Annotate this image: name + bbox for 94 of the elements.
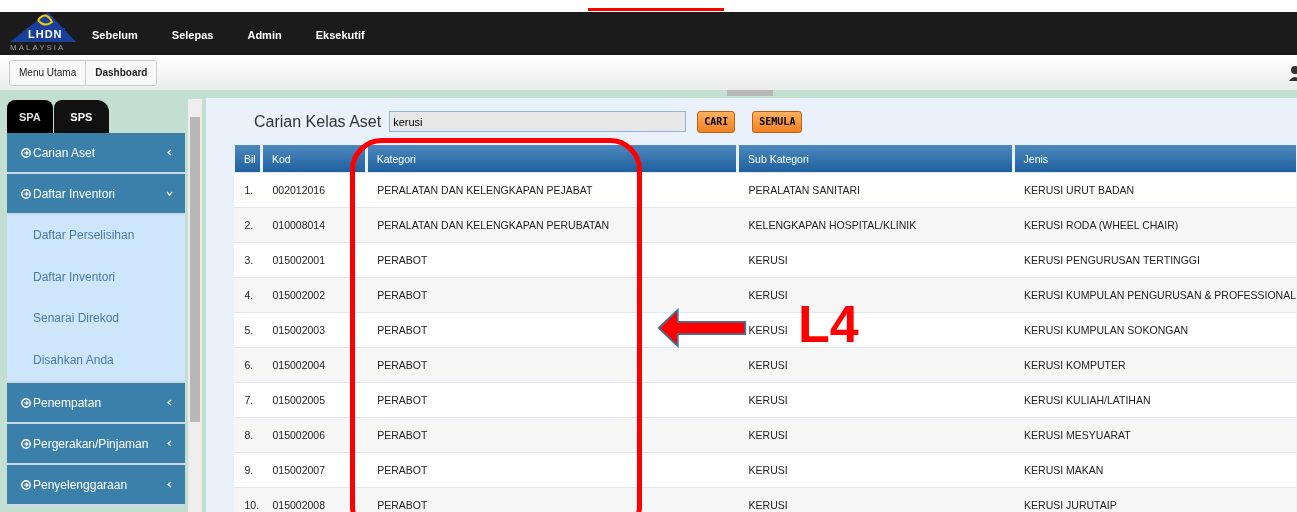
table-cell: PERABOT bbox=[366, 382, 738, 418]
arrow-circle-icon bbox=[21, 397, 31, 408]
breadcrumb-link[interactable]: Dashboard bbox=[86, 60, 157, 85]
search-label: Carian Kelas Aset bbox=[254, 112, 382, 131]
submenu-item[interactable]: Disahkan Anda bbox=[7, 339, 185, 381]
table-cell: KERUSI bbox=[737, 487, 1014, 512]
table-cell: 1. bbox=[233, 172, 262, 208]
table-cell: 3. bbox=[233, 242, 262, 278]
table-cell: PERABOT bbox=[366, 487, 738, 512]
submenu-item[interactable]: Daftar Perselisihan bbox=[7, 215, 185, 257]
table-cell: 5. bbox=[233, 312, 262, 348]
table-cell: KERUSI MESYUARAT bbox=[1013, 417, 1296, 453]
table-cell: PERABOT bbox=[366, 347, 738, 383]
table-cell: 010008014 bbox=[261, 207, 367, 243]
table-cell: 4. bbox=[233, 277, 262, 313]
table-cell: 015002001 bbox=[261, 242, 367, 278]
table-cell: 10. bbox=[233, 487, 262, 512]
table-cell: PERABOT bbox=[366, 452, 738, 488]
table-cell: KERUSI bbox=[737, 382, 1014, 418]
table-cell: PERALATAN DAN KELENGKAPAN PERUBATAN bbox=[366, 207, 738, 243]
chevron-down-icon bbox=[166, 190, 173, 197]
table-cell: PERABOT bbox=[366, 242, 738, 278]
table-cell: KERUSI RODA (WHEEL CHAIR) bbox=[1013, 207, 1296, 243]
table-cell: KERUSI PENGURUSAN TERTINGGI bbox=[1013, 242, 1296, 278]
table-cell: PERALATAN DAN KELENGKAPAN PEJABAT bbox=[366, 172, 738, 208]
arrow-circle-icon bbox=[21, 147, 31, 158]
chevron-left-icon bbox=[166, 149, 173, 156]
table-cell: 015002006 bbox=[261, 417, 367, 453]
table-cell: 015002003 bbox=[261, 312, 367, 348]
table-cell: KERUSI bbox=[737, 417, 1014, 453]
chevron-left-icon bbox=[166, 481, 173, 488]
arrow-left-icon bbox=[657, 305, 747, 351]
menu-item[interactable]: Penempatan bbox=[7, 383, 185, 424]
table-cell: KELENGKAPAN HOSPITAL/KLINIK bbox=[737, 207, 1014, 243]
menu-item[interactable]: Daftar Inventori bbox=[7, 174, 185, 215]
table-cell: 2. bbox=[233, 207, 262, 243]
menu-item[interactable]: Penyelenggaraan bbox=[7, 465, 185, 506]
sidebar-tab[interactable]: SPA bbox=[7, 100, 53, 133]
chevron-left-icon bbox=[166, 440, 173, 447]
search-button[interactable]: CARI bbox=[697, 110, 736, 133]
chevron-left-icon bbox=[166, 399, 173, 406]
table-cell: 9. bbox=[233, 452, 262, 488]
table-cell: KERUSI JURUTAIP bbox=[1013, 487, 1296, 512]
resize-handle[interactable] bbox=[727, 90, 773, 96]
table-cell: KERUSI KUMPULAN PENGURUSAN & PROFESSIONAL bbox=[1013, 277, 1296, 313]
table-cell: PERABOT bbox=[366, 277, 738, 313]
table-cell: 002012016 bbox=[261, 172, 367, 208]
table-cell: 015002007 bbox=[261, 452, 367, 488]
menu-label: Penempatan bbox=[33, 395, 102, 410]
logo-text: LHDN bbox=[26, 28, 65, 40]
nav-link[interactable]: Eksekutif bbox=[315, 29, 365, 41]
column-header: Kod bbox=[261, 145, 367, 173]
search-field[interactable]: kerusi bbox=[389, 111, 687, 132]
table-cell: 8. bbox=[233, 417, 262, 453]
menu-label: Pergerakan/Pinjaman bbox=[33, 436, 149, 451]
table-cell: KERUSI bbox=[737, 242, 1014, 278]
column-header: Sub Kategori bbox=[737, 145, 1014, 173]
submenu-item[interactable]: Daftar Inventori bbox=[7, 256, 185, 298]
breadcrumb-link[interactable]: Menu Utama bbox=[10, 60, 87, 85]
table-cell: 015002002 bbox=[261, 277, 367, 313]
column-header: Bil bbox=[233, 145, 262, 173]
table-cell: PERABOT bbox=[366, 417, 738, 453]
table-cell: 7. bbox=[233, 382, 262, 418]
table-cell: KERUSI bbox=[737, 347, 1014, 383]
scrollbar[interactable] bbox=[188, 99, 202, 512]
user-icon bbox=[1287, 64, 1297, 81]
table-cell: PERALATAN SANITARI bbox=[737, 172, 1014, 208]
column-header: Jenis bbox=[1013, 145, 1296, 173]
nav-link[interactable]: Admin bbox=[247, 29, 282, 41]
nav-link[interactable]: Sebelum bbox=[92, 29, 138, 41]
table-cell: 015002004 bbox=[261, 347, 367, 383]
menu-label: Daftar Inventori bbox=[33, 186, 116, 201]
search-button[interactable]: SEMULA bbox=[752, 110, 803, 133]
logo-subtext: MALAYSIA bbox=[10, 43, 66, 53]
table-cell: 015002008 bbox=[261, 487, 367, 512]
table-cell: KERUSI KOMPUTER bbox=[1013, 347, 1296, 383]
sidebar-tab[interactable]: SPS bbox=[53, 100, 109, 133]
menu-item[interactable]: Carian Aset bbox=[7, 133, 185, 174]
table-cell: KERUSI KULIAH/LATIHAN bbox=[1013, 382, 1296, 418]
nav-link[interactable]: Selepas bbox=[171, 29, 214, 41]
arrow-circle-icon bbox=[21, 479, 31, 490]
arrow-circle-icon bbox=[21, 188, 31, 199]
table-cell: 015002005 bbox=[261, 382, 367, 418]
table-cell: 6. bbox=[233, 347, 262, 383]
table-cell: KERUSI bbox=[737, 452, 1014, 488]
table-cell: KERUSI MAKAN bbox=[1013, 452, 1296, 488]
submenu-item[interactable]: Senarai Direkod bbox=[7, 298, 185, 340]
table-cell: KERUSI URUT BADAN bbox=[1013, 172, 1296, 208]
arrow-circle-icon bbox=[21, 438, 31, 449]
menu-label: Carian Aset bbox=[33, 145, 96, 160]
column-header: Kategori bbox=[366, 145, 738, 173]
menu-item[interactable]: Pergerakan/Pinjaman bbox=[7, 424, 185, 465]
menu-label: Penyelenggaraan bbox=[33, 477, 128, 492]
table-cell: KERUSI KUMPULAN SOKONGAN bbox=[1013, 312, 1296, 348]
